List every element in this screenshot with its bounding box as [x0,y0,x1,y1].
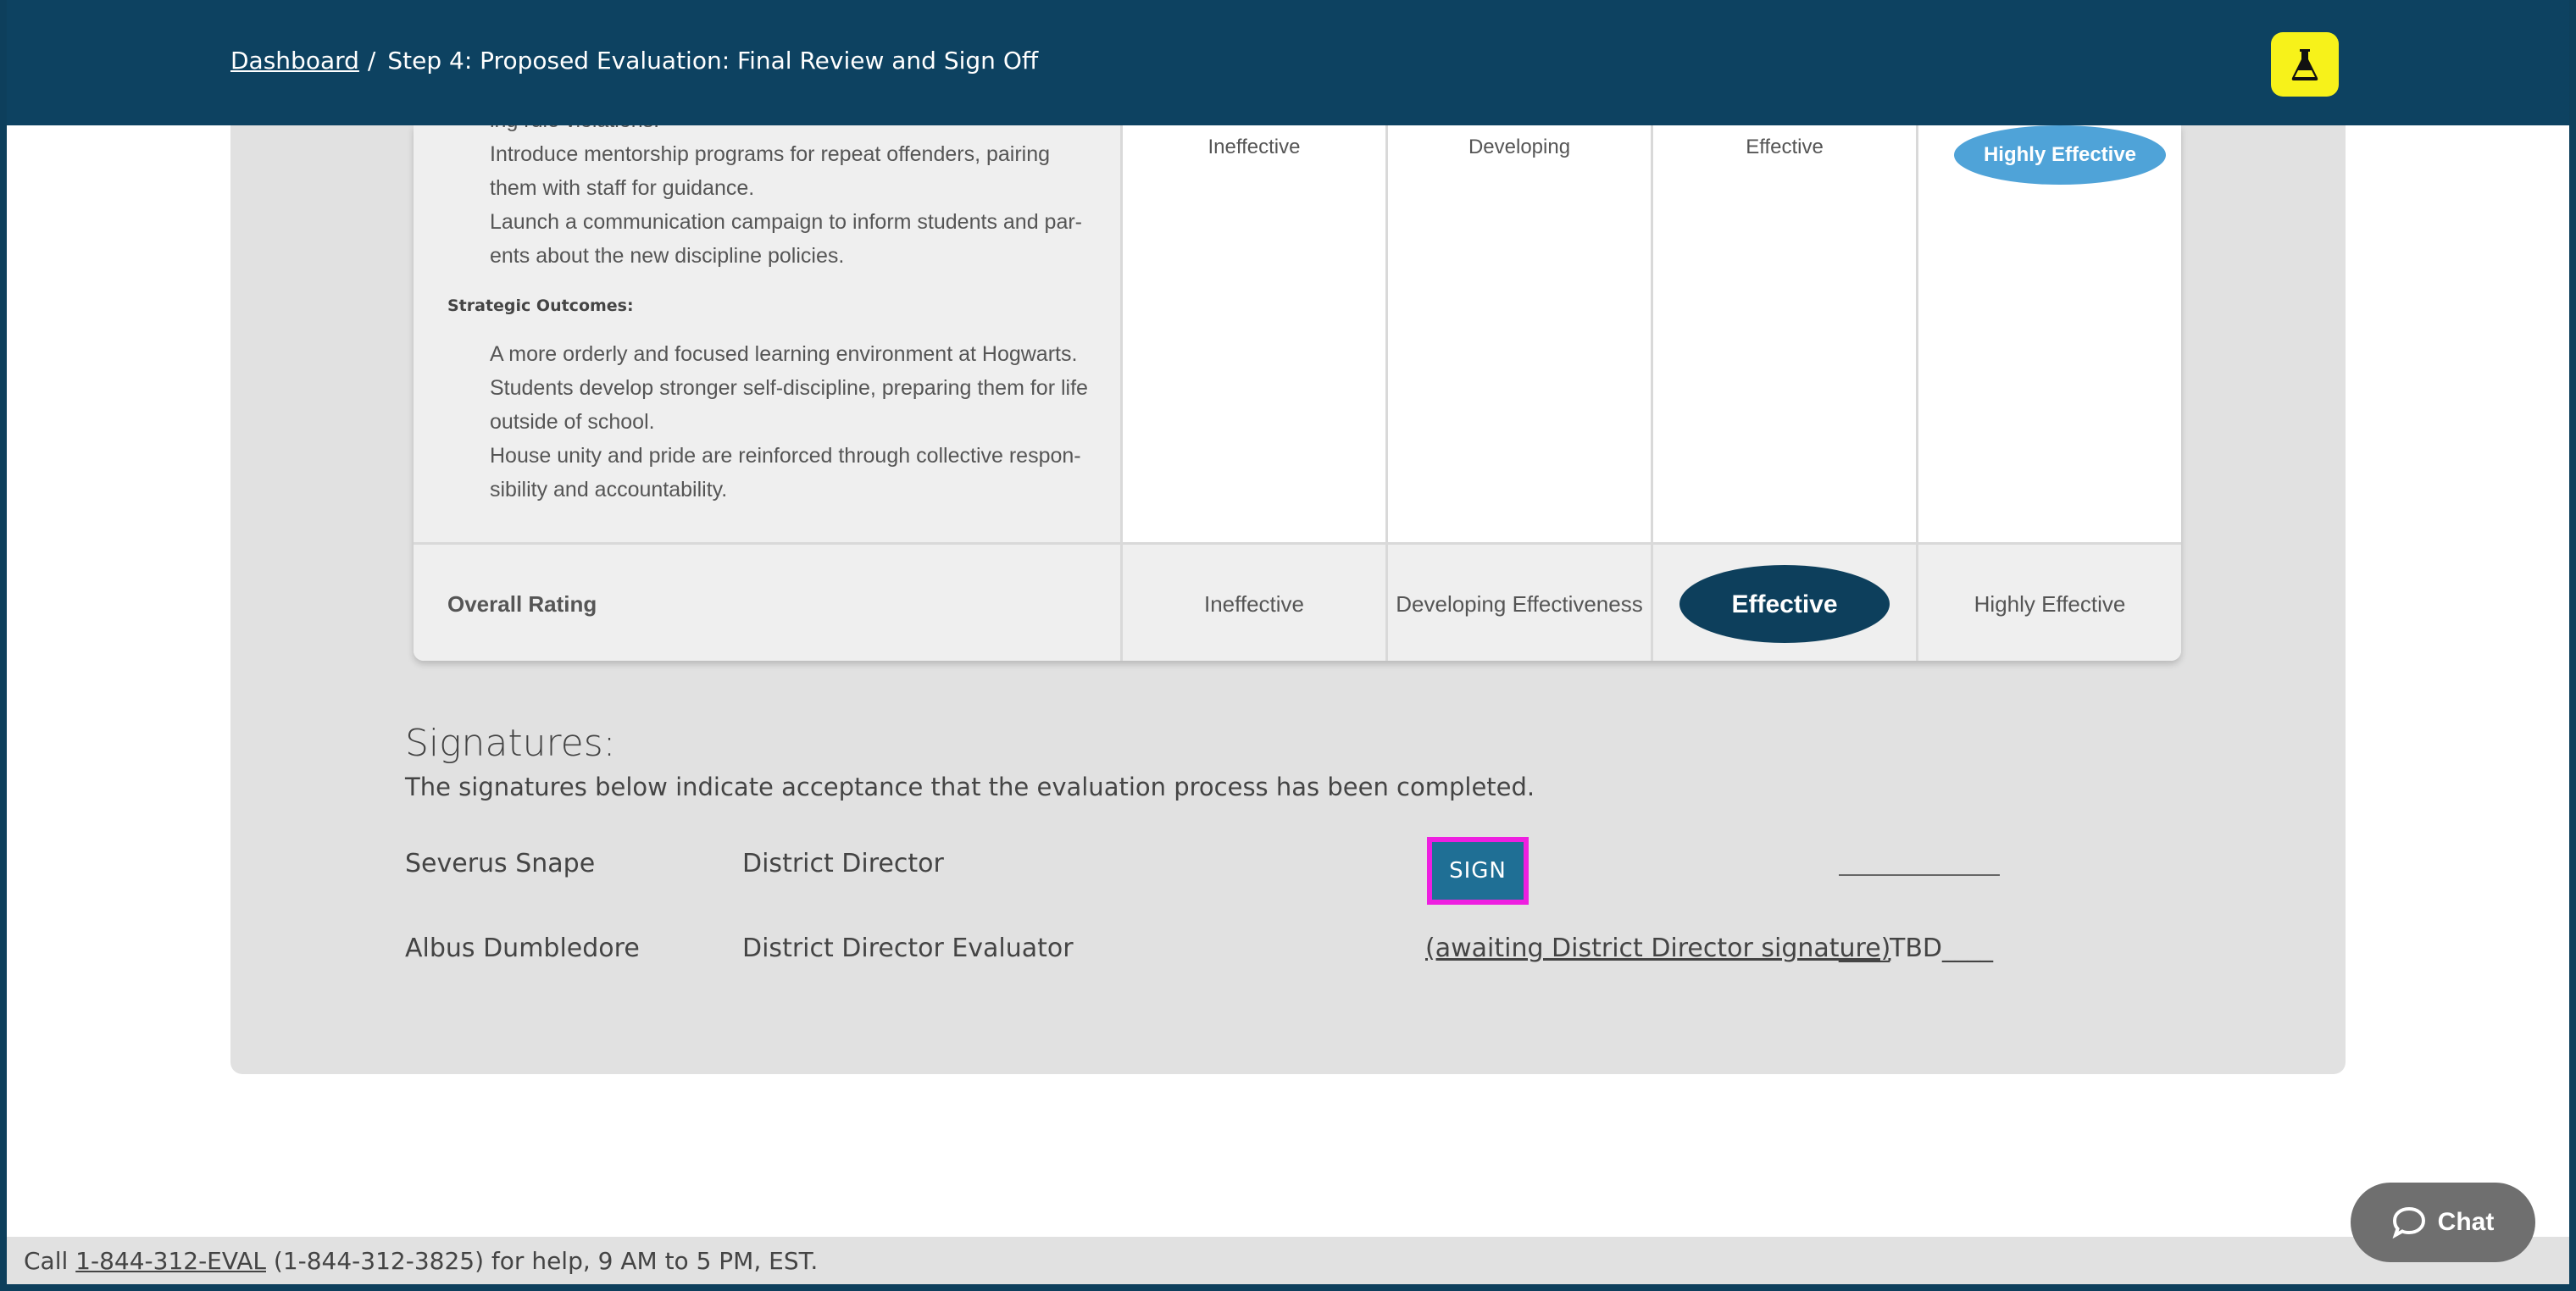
breadcrumb-separator: / [367,47,376,75]
goal-line: ing rule violations. [490,125,1100,137]
lab-button[interactable] [2271,32,2339,97]
rating-table: ing rule violations. Introduce mentorshi… [414,125,2181,661]
outcome-line: outside of school. [490,410,655,434]
goal-line: Introduce mentorship programs for repeat… [490,142,1051,166]
strategic-outcomes-heading: Strategic Outcomes: [447,296,634,315]
signature-date: ____TBD____ [1839,934,1994,963]
selected-rating-pill[interactable]: Highly Effective [1954,125,2166,185]
rating-label: Effective [1746,136,1824,158]
rating-label: Developing [1468,136,1571,158]
signatures-subtitle: The signatures below indicate acceptance… [405,773,1535,801]
outcome-line: House unity and pride are reinforced thr… [490,444,1081,468]
overall-option-effective[interactable]: Effective [1651,545,1916,661]
rating-label: Ineffective [1208,136,1301,158]
signer-role: District Director Evaluator [742,934,1074,963]
goal-description-cell: ing rule violations. Introduce mentorshi… [414,125,1123,542]
help-suffix: (1-844-312-3825) for help, 9 AM to 5 PM,… [266,1247,819,1275]
sign-button[interactable]: SIGN [1427,837,1529,905]
help-prefix: Call [24,1247,76,1275]
overall-rating-row: Overall Rating Ineffective Developing Ef… [414,542,2181,661]
help-phone-link[interactable]: 1-844-312-EVAL [75,1247,266,1275]
breadcrumb-current: Step 4: Proposed Evaluation: Final Revie… [387,47,1039,75]
breadcrumb: Dashboard / Step 4: Proposed Evaluation: F… [230,47,1038,75]
signer-name: Severus Snape [405,849,596,878]
help-footer: Call 1-844-312-EVAL (1-844-312-3825) for… [7,1237,2569,1284]
chat-bubble-icon [2392,1206,2425,1238]
goal-rating-highly-effective[interactable]: Highly Effective [1918,125,2181,542]
signature-date [1839,849,2000,883]
evaluation-panel: ing rule violations. Introduce mentorshi… [230,125,2346,1074]
awaiting-signature-link[interactable]: (awaiting District Director signature) [1425,934,1890,963]
goal-rating-ineffective[interactable]: Ineffective [1123,125,1388,542]
help-text: Call 1-844-312-EVAL (1-844-312-3825) for… [24,1247,818,1275]
signer-name: Albus Dumbledore [405,934,640,963]
goal-line: them with staff for guidance. [490,176,755,200]
signer-role: District Director [742,849,944,878]
strategic-outcomes-list: A more orderly and focused learning envi… [490,337,1108,507]
overall-rating-label: Overall Rating [447,590,597,617]
flask-icon [2291,49,2318,80]
signature-row: Severus Snape District Director SIGN [405,837,2269,905]
goal-line: Launch a communication campaign to infor… [490,210,1082,234]
signature-row: Albus Dumbledore District Director Evalu… [405,925,2269,976]
signatures-title: Signatures: [405,722,616,765]
overall-option-developing[interactable]: Developing Effectiveness [1385,545,1651,661]
top-header: Dashboard / Step 4: Proposed Evaluation: F… [7,0,2569,125]
chat-button[interactable]: Chat [2351,1183,2535,1262]
goal-action-list: ing rule violations. Introduce mentorshi… [490,125,1100,273]
chat-label: Chat [2437,1208,2495,1236]
outcome-line: Students develop stronger self-disciplin… [490,376,1088,400]
overall-option-highly-effective[interactable]: Highly Effective [1916,545,2181,661]
outcome-line: sibility and accountability. [490,478,728,501]
outcome-line: A more orderly and focused learning envi… [490,342,1078,366]
breadcrumb-dashboard-link[interactable]: Dashboard [230,47,359,75]
overall-selected-pill[interactable]: Effective [1679,565,1890,643]
goal-rating-developing[interactable]: Developing [1388,125,1653,542]
overall-option-ineffective[interactable]: Ineffective [1120,545,1385,661]
goal-line: ents about the new discipline policies. [490,244,845,268]
goal-rating-effective[interactable]: Effective [1653,125,1918,542]
date-blank-line [1839,849,2000,876]
